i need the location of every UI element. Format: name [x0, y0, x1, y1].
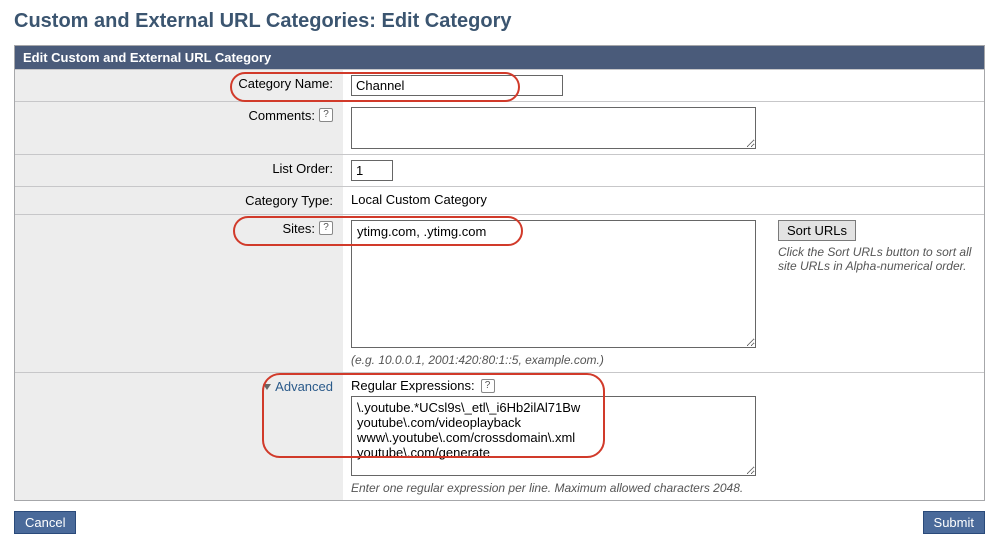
- edit-category-panel: Edit Custom and External URL Category Ca…: [14, 45, 985, 501]
- category-name-input[interactable]: [351, 75, 563, 96]
- row-comments: Comments: ?: [15, 101, 984, 154]
- row-list-order: List Order:: [15, 154, 984, 186]
- button-bar: Cancel Submit: [0, 501, 999, 544]
- list-order-input[interactable]: [351, 160, 393, 181]
- sort-urls-help-text: Click the Sort URLs button to sort all s…: [778, 245, 976, 273]
- page-title: Custom and External URL Categories: Edit…: [0, 0, 999, 41]
- label-category-type: Category Type:: [245, 193, 333, 208]
- regex-textarea[interactable]: [351, 396, 756, 476]
- sites-textarea[interactable]: [351, 220, 756, 348]
- advanced-toggle[interactable]: Advanced: [263, 379, 333, 394]
- row-sites: Sites: ? (e.g. 10.0.0.1, 2001:420:80:1::…: [15, 214, 984, 372]
- regex-hint: Enter one regular expression per line. M…: [351, 479, 976, 495]
- help-icon[interactable]: ?: [319, 221, 333, 235]
- category-type-value: Local Custom Category: [351, 192, 487, 207]
- row-category-name: Category Name:: [15, 69, 984, 101]
- label-comments: Comments:: [249, 108, 315, 123]
- sites-example-hint: (e.g. 10.0.0.1, 2001:420:80:1::5, exampl…: [351, 351, 766, 367]
- panel-header: Edit Custom and External URL Category: [15, 46, 984, 69]
- comments-textarea[interactable]: [351, 107, 756, 149]
- help-icon[interactable]: ?: [319, 108, 333, 122]
- row-category-type: Category Type: Local Custom Category: [15, 186, 984, 214]
- help-icon[interactable]: ?: [481, 379, 495, 393]
- label-category-name: Category Name:: [238, 76, 333, 91]
- label-list-order: List Order:: [272, 161, 333, 176]
- cancel-button[interactable]: Cancel: [14, 511, 76, 534]
- advanced-toggle-label: Advanced: [275, 379, 333, 394]
- label-sites: Sites:: [282, 221, 315, 236]
- chevron-down-icon: [263, 384, 271, 390]
- row-advanced: Advanced Regular Expressions: ? Enter on…: [15, 372, 984, 500]
- submit-button[interactable]: Submit: [923, 511, 985, 534]
- sort-urls-button[interactable]: Sort URLs: [778, 220, 856, 241]
- regex-label: Regular Expressions:: [351, 378, 475, 393]
